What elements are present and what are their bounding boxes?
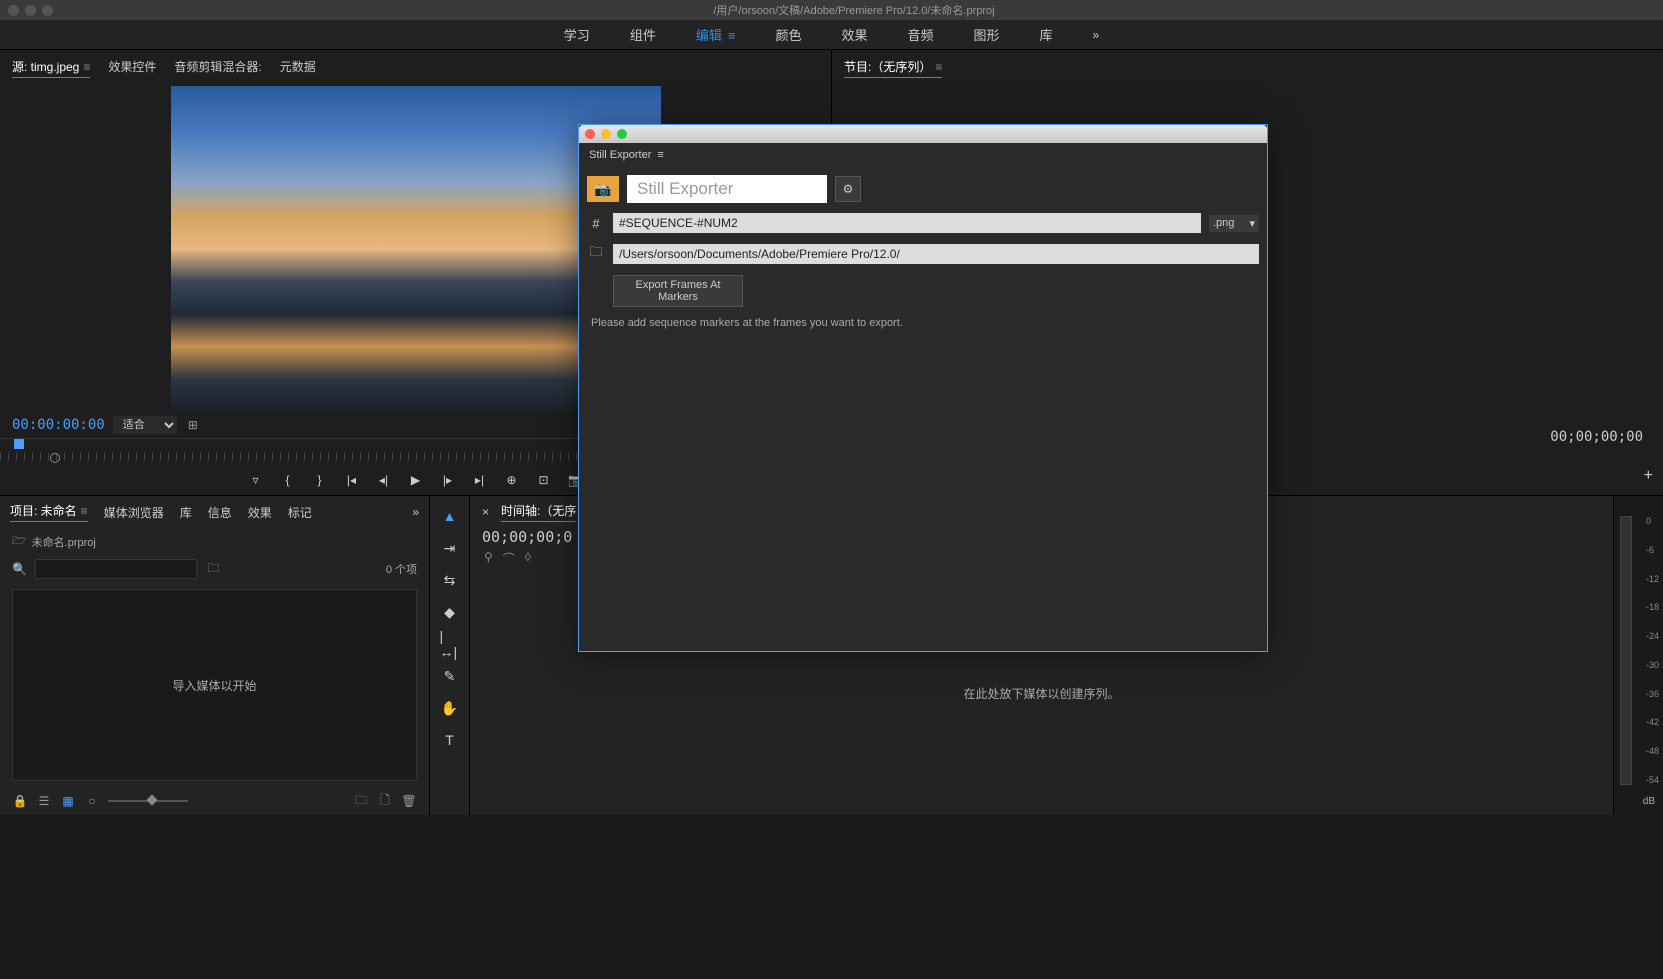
output-path-input[interactable]: [613, 244, 1259, 264]
tab-program[interactable]: 节目:（无序列）≡: [844, 58, 942, 78]
close-icon[interactable]: [585, 129, 595, 139]
menu-audio[interactable]: 音频: [887, 19, 953, 50]
menu-editing[interactable]: 编辑: [676, 19, 756, 50]
camera-icon: 📷: [587, 176, 619, 202]
panel-menu-icon[interactable]: ≡: [81, 504, 88, 518]
tab-effect-controls[interactable]: 效果控件: [108, 58, 156, 78]
settings-button[interactable]: ⚙: [835, 176, 861, 202]
go-to-out-icon[interactable]: ▸|: [471, 471, 489, 489]
menu-color[interactable]: 颜色: [755, 19, 821, 50]
hash-icon: #: [587, 216, 605, 231]
new-item-icon[interactable]: 🗋: [377, 793, 393, 809]
menu-more[interactable]: »: [1073, 22, 1120, 48]
menu-learn[interactable]: 学习: [544, 19, 610, 50]
zoom-handle[interactable]: [50, 453, 60, 463]
linked-selection-icon[interactable]: ⌒: [503, 550, 515, 567]
hand-tool-icon[interactable]: ✋: [440, 698, 460, 718]
tab-audio-clip-mixer[interactable]: 音频剪辑混合器:: [174, 58, 261, 78]
zoom-fit-dropdown[interactable]: 适合: [113, 416, 177, 434]
new-bin-icon[interactable]: 🗀: [205, 561, 221, 577]
still-exporter-window: Still Exporter ≡ 📷 Still Exporter ⚙ # .p…: [578, 124, 1268, 652]
audio-meter-panel: 0-6 -12-18 -24-30 -36-42 -48-54 dB: [1613, 496, 1663, 815]
window-title: /用户/orsoon/文稿/Adobe/Premiere Pro/12.0/未命…: [53, 2, 1655, 18]
ripple-edit-tool-icon[interactable]: ⇆: [440, 570, 460, 590]
razor-tool-icon[interactable]: ◆: [440, 602, 460, 622]
list-view-icon[interactable]: ☰: [36, 793, 52, 809]
filename-pattern-input[interactable]: [613, 213, 1201, 233]
project-panel: 项目: 未命名≡ 媒体浏览器 库 信息 效果 标记 » 🗁 未命名.prproj…: [0, 496, 430, 815]
zoom-slider[interactable]: [108, 800, 188, 802]
tab-source[interactable]: 源: timg.jpeg≡: [12, 58, 90, 78]
marker-add-icon[interactable]: ◊: [525, 550, 531, 567]
play-icon[interactable]: ▶: [407, 471, 425, 489]
mark-in-icon[interactable]: {: [279, 471, 297, 489]
overwrite-icon[interactable]: ⊡: [535, 471, 553, 489]
still-exporter-title: Still Exporter: [627, 175, 827, 203]
track-select-tool-icon[interactable]: ⇥: [440, 538, 460, 558]
close-tab-icon[interactable]: ×: [482, 505, 489, 519]
source-timecode-in[interactable]: 00:00:00:00: [12, 417, 105, 433]
new-bin-button[interactable]: 🗀: [353, 793, 369, 809]
trash-icon[interactable]: 🗑: [401, 793, 417, 809]
slip-tool-icon[interactable]: |↔|: [440, 634, 460, 654]
tab-metadata[interactable]: 元数据: [280, 58, 316, 78]
write-lock-icon[interactable]: 🔒: [12, 793, 28, 809]
item-count: 0 个项: [386, 561, 417, 577]
freeform-view-icon[interactable]: ○: [84, 793, 100, 809]
project-search-input[interactable]: [35, 559, 197, 579]
tab-media-browser[interactable]: 媒体浏览器: [104, 504, 164, 521]
close-icon[interactable]: [8, 5, 19, 16]
snap-icon[interactable]: ⚲: [484, 550, 493, 567]
panel-menu-icon[interactable]: ≡: [657, 149, 663, 161]
maximize-icon[interactable]: [42, 5, 53, 16]
project-file-label: 未命名.prproj: [32, 534, 96, 550]
extension-dropdown[interactable]: .png▾: [1209, 215, 1259, 232]
tab-project[interactable]: 项目: 未命名≡: [10, 502, 88, 522]
workspace-menubar: 学习 组件 编辑 颜色 效果 音频 图形 库 »: [0, 20, 1663, 50]
export-frames-button[interactable]: Export Frames At Markers: [613, 275, 743, 307]
marker-icon[interactable]: ▿: [247, 471, 265, 489]
meter-scale: 0-6 -12-18 -24-30 -36-42 -48-54: [1646, 516, 1659, 785]
window-titlebar: /用户/orsoon/文稿/Adobe/Premiere Pro/12.0/未命…: [0, 0, 1663, 20]
icon-view-icon[interactable]: ▦: [60, 793, 76, 809]
step-forward-icon[interactable]: |▸: [439, 471, 457, 489]
tab-libraries[interactable]: 库: [180, 504, 192, 521]
meter-unit: dB: [1643, 796, 1655, 807]
search-icon: 🔍: [12, 562, 27, 576]
go-to-in-icon[interactable]: |◂: [343, 471, 361, 489]
menu-libraries[interactable]: 库: [1020, 19, 1073, 50]
playhead-icon[interactable]: [14, 439, 24, 449]
maximize-icon[interactable]: [617, 129, 627, 139]
still-exporter-tab[interactable]: Still Exporter: [589, 149, 651, 161]
selection-tool-icon[interactable]: ▲: [440, 506, 460, 526]
tab-timeline[interactable]: 时间轴:（无序: [501, 502, 576, 522]
instruction-message: Please add sequence markers at the frame…: [591, 317, 1259, 329]
chevron-down-icon: ▾: [1249, 217, 1255, 230]
bin-icon: 🗁: [12, 532, 26, 551]
program-timecode-out[interactable]: 00;00;00;00: [1550, 429, 1643, 445]
insert-icon[interactable]: ⊕: [503, 471, 521, 489]
type-tool-icon[interactable]: T: [440, 730, 460, 750]
minimize-icon[interactable]: [25, 5, 36, 16]
button-editor-icon[interactable]: +: [1644, 467, 1653, 485]
menu-effects[interactable]: 效果: [821, 19, 887, 50]
settings-icon[interactable]: ⊞: [185, 417, 201, 433]
tab-effects-panel[interactable]: 效果: [248, 504, 272, 521]
step-back-icon[interactable]: ◂|: [375, 471, 393, 489]
menu-graphics[interactable]: 图形: [953, 19, 1019, 50]
audio-meter-bar: [1620, 516, 1632, 785]
panel-menu-icon[interactable]: ≡: [935, 60, 942, 74]
tab-info[interactable]: 信息: [208, 504, 232, 521]
menu-assembly[interactable]: 组件: [610, 19, 676, 50]
tabs-overflow[interactable]: »: [412, 505, 419, 519]
mark-out-icon[interactable]: }: [311, 471, 329, 489]
modal-titlebar[interactable]: [579, 125, 1267, 143]
panel-menu-icon[interactable]: ≡: [83, 60, 90, 74]
tools-panel: ▲ ⇥ ⇆ ◆ |↔| ✎ ✋ T: [430, 496, 470, 815]
folder-icon: 🗀: [587, 243, 605, 265]
minimize-icon[interactable]: [601, 129, 611, 139]
pen-tool-icon[interactable]: ✎: [440, 666, 460, 686]
project-drop-area[interactable]: 导入媒体以开始: [12, 589, 417, 781]
tab-markers[interactable]: 标记: [288, 504, 312, 521]
